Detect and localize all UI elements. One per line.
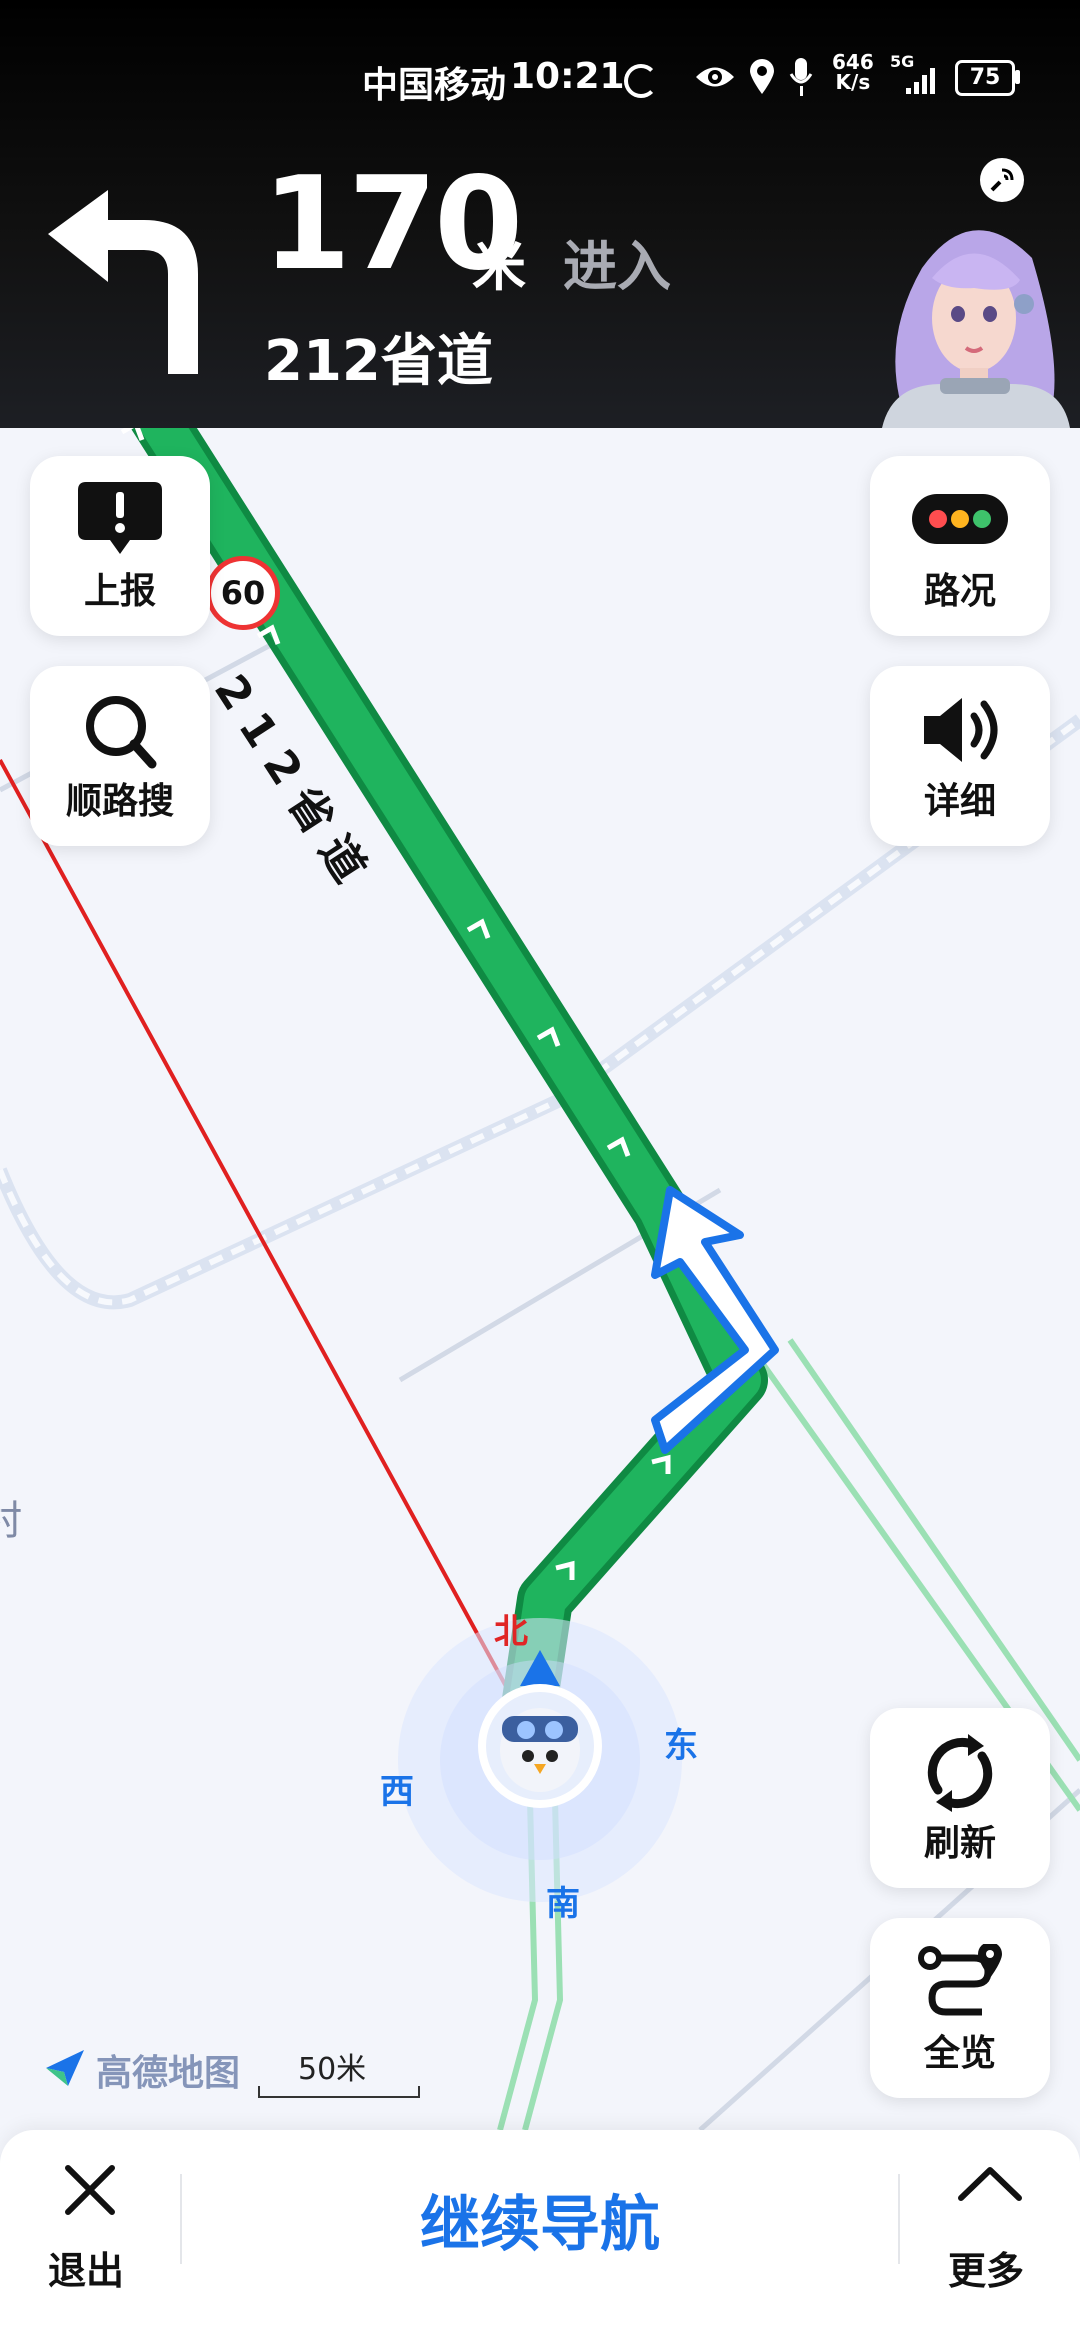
microphone-icon <box>789 58 813 96</box>
carrier-label: 中国移动 <box>362 65 507 106</box>
divider <box>180 2174 182 2264</box>
continue-navigation-button[interactable]: 继续导航 <box>330 2176 750 2263</box>
compass-east: 东 <box>664 1726 698 1766</box>
loading-icon <box>624 64 658 98</box>
distance-unit: 米 <box>472 235 526 298</box>
place-label: 村 <box>0 1498 22 1544</box>
report-label: 上报 <box>83 571 156 612</box>
report-button[interactable]: 上报 <box>30 456 210 636</box>
voice-assistant-avatar[interactable] <box>862 208 1080 428</box>
battery-indicator: 75 <box>955 60 1015 96</box>
signal-icon <box>906 68 935 94</box>
current-location-marker <box>474 1650 606 1810</box>
satellite-signal-icon[interactable] <box>978 156 1026 204</box>
refresh-label: 刷新 <box>923 1823 996 1864</box>
exit-label: 退出 <box>48 2249 125 2293</box>
map-scale-bar <box>258 2086 420 2098</box>
search-icon <box>86 696 157 769</box>
network-speed: 646 K/s <box>832 50 874 94</box>
turn-left-arrow-icon <box>48 190 198 374</box>
route-overview-label: 全览 <box>923 2033 996 2074</box>
refresh-icon <box>927 1734 993 1812</box>
route-overview-button[interactable]: 全览 <box>870 1918 1050 2098</box>
map-scale-label: 50米 <box>298 2052 367 2087</box>
next-road-name: 212省道 <box>264 329 493 394</box>
status-bar: 中国移动 10:21 646 K/s 5G 75 <box>0 52 1080 112</box>
compass-north: 北 <box>494 1612 528 1652</box>
traffic-label: 路况 <box>923 571 996 612</box>
chevron-up-icon <box>958 2167 1022 2201</box>
search-along-route-button[interactable]: 顺路搜 <box>30 666 210 846</box>
voice-detail-button[interactable]: 详细 <box>870 666 1050 846</box>
compass-south: 南 <box>546 1884 580 1924</box>
close-icon <box>65 2165 115 2215</box>
exit-button[interactable]: 退出 <box>30 2160 150 2310</box>
traffic-light-icon <box>912 494 1008 544</box>
navigation-guidance-panel: 中国移动 10:21 646 K/s 5G 75 170 米 进入 212省道 <box>0 0 1080 428</box>
divider <box>898 2174 900 2264</box>
location-pin-icon <box>750 59 774 94</box>
eye-icon <box>696 67 734 87</box>
maneuver-action: 进入 <box>563 235 671 298</box>
speaker-icon <box>924 698 998 762</box>
compass-west: 西 <box>380 1772 414 1812</box>
report-icon <box>78 482 162 554</box>
search-along-route-label: 顺路搜 <box>65 781 174 822</box>
clock: 10:21 <box>510 56 625 97</box>
more-label: 更多 <box>948 2249 1025 2293</box>
traffic-button[interactable]: 路况 <box>870 456 1050 636</box>
speed-limit-sign: 60 <box>206 556 280 630</box>
bottom-action-bar: 退出 继续导航 更多 <box>0 2130 1080 2340</box>
route-overview-icon <box>918 1944 1002 2016</box>
amap-logo-text: 高德地图 <box>96 2053 241 2094</box>
voice-detail-label: 详细 <box>923 781 996 822</box>
battery-cap <box>1015 70 1020 84</box>
amap-logo-icon <box>46 2050 84 2086</box>
more-button[interactable]: 更多 <box>930 2160 1050 2310</box>
refresh-button[interactable]: 刷新 <box>870 1708 1050 1888</box>
